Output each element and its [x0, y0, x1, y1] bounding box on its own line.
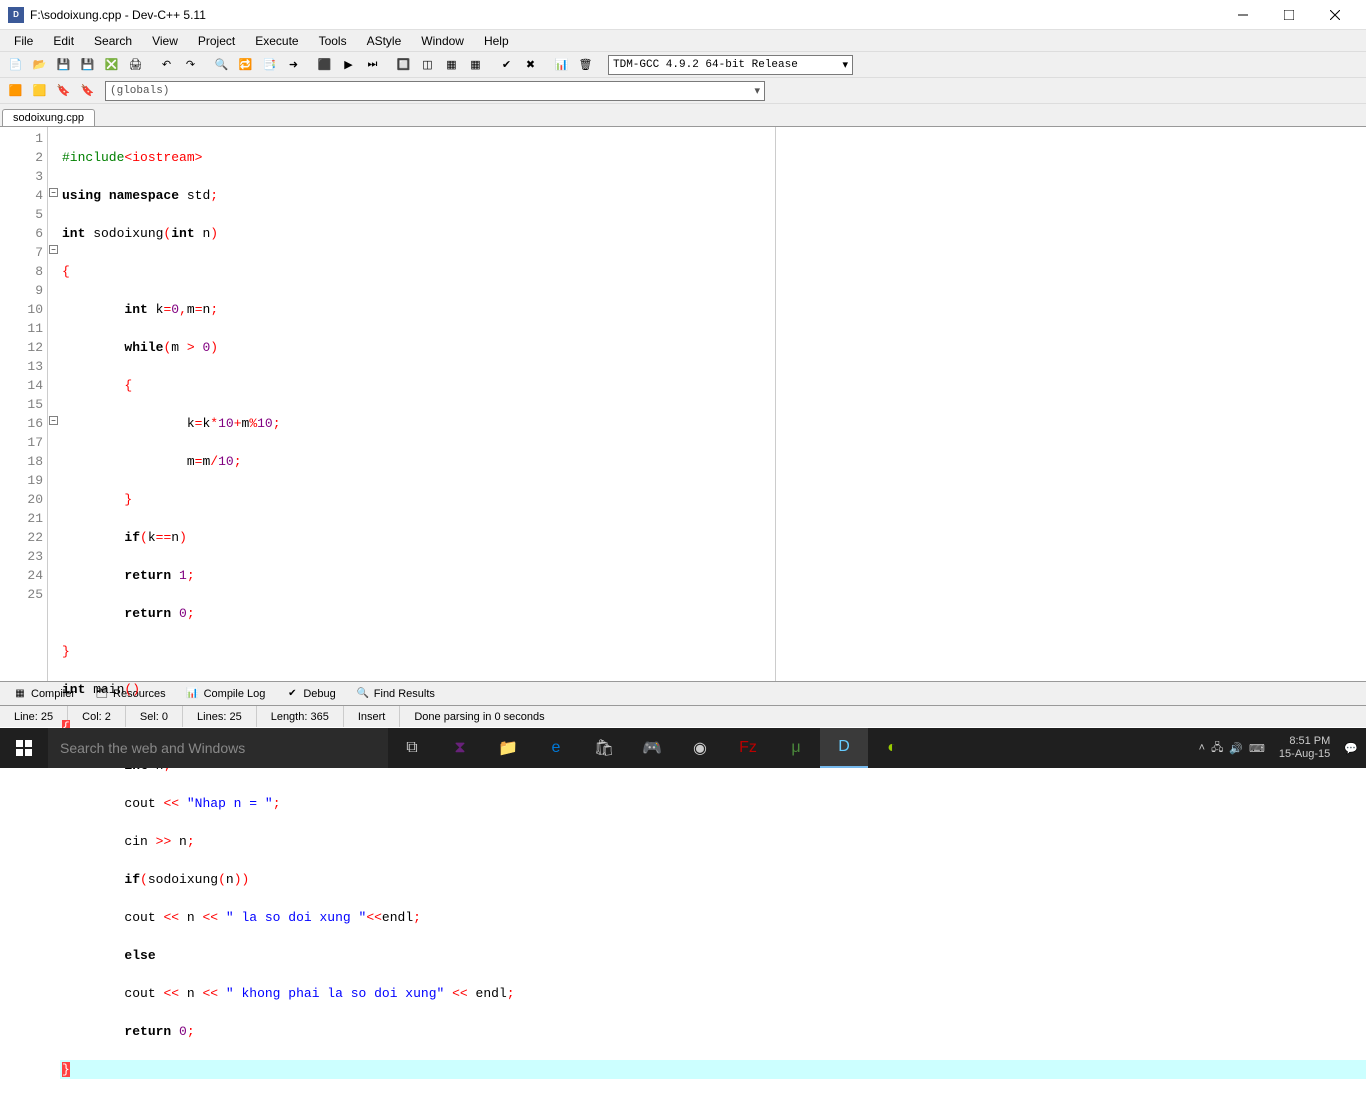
menu-search[interactable]: Search [84, 32, 142, 50]
close-icon[interactable]: ❎ [100, 54, 123, 76]
replace-icon[interactable]: 🔁 [234, 54, 257, 76]
debug-icon[interactable]: ◫ [416, 54, 439, 76]
grid-icon[interactable]: ▦ [464, 54, 487, 76]
language-icon[interactable]: ⌨ [1249, 742, 1265, 755]
main-toolbar: 📄 📂 💾 💾 ❎ 🖨 ↶ ↷ 🔍 🔁 📑 ➜ ⬛ ▶ ⏭ 🔲 ◫ ▦ ▦ ✔ … [0, 52, 1366, 78]
file-tab[interactable]: sodoixung.cpp [2, 109, 95, 126]
menu-bar: File Edit Search View Project Execute To… [0, 30, 1366, 52]
menu-tools[interactable]: Tools [309, 32, 357, 50]
app-icon[interactable]: ◐ [868, 728, 916, 768]
tray-chevron-icon[interactable]: ˄ [1199, 742, 1205, 754]
window-title: F:\sodoixung.cpp - Dev-C++ 5.11 [30, 8, 1220, 22]
fold-toggle-icon[interactable]: − [49, 416, 58, 425]
window-controls [1220, 0, 1358, 30]
undo-icon[interactable]: ↶ [155, 54, 178, 76]
compile-run-icon[interactable]: ⏭ [361, 54, 384, 76]
chrome-icon[interactable]: ◉ [676, 728, 724, 768]
menu-edit[interactable]: Edit [43, 32, 84, 50]
chart-icon[interactable]: 📊 [550, 54, 573, 76]
task-view-icon[interactable]: ⧉ [388, 728, 436, 768]
menu-view[interactable]: View [142, 32, 188, 50]
abort-icon[interactable]: ✖ [519, 54, 542, 76]
goto-bookmark-icon[interactable]: 🔖 [76, 80, 99, 102]
network-icon[interactable]: 🖧 [1211, 739, 1223, 758]
notifications-icon[interactable]: 💬 [1344, 742, 1358, 755]
system-tray: ˄ 🖧 🔊 ⌨ 8:51 PM 15-Aug-15 💬 [1191, 735, 1366, 761]
file-tab-strip: sodoixung.cpp [0, 104, 1366, 126]
save-icon[interactable]: 💾 [52, 54, 75, 76]
filezilla-icon[interactable]: Fz [724, 728, 772, 768]
compiler-icon: ▦ [13, 687, 27, 701]
chevron-down-icon: ▾ [842, 58, 848, 72]
globals-select[interactable]: (globals) ▾ [105, 81, 765, 101]
menu-project[interactable]: Project [188, 32, 245, 50]
fold-toggle-icon[interactable]: − [49, 245, 58, 254]
taskbar-search-placeholder: Search the web and Windows [60, 740, 245, 756]
goto-icon[interactable]: ➜ [282, 54, 305, 76]
globals-select-value: (globals) [110, 85, 169, 97]
start-button[interactable] [0, 728, 48, 768]
insert-icon[interactable]: 🟨 [28, 80, 51, 102]
tray-clock[interactable]: 8:51 PM 15-Aug-15 [1271, 735, 1338, 761]
maximize-button[interactable] [1266, 0, 1312, 30]
profile-icon[interactable]: ▦ [440, 54, 463, 76]
edge-icon[interactable]: e [532, 728, 580, 768]
menu-astyle[interactable]: AStyle [357, 32, 412, 50]
open-icon[interactable]: 📂 [28, 54, 51, 76]
visual-studio-icon[interactable]: ⧗ [436, 728, 484, 768]
app-icon: D [8, 7, 24, 23]
taskbar-search[interactable]: Search the web and Windows [48, 728, 388, 768]
print-icon[interactable]: 🖨 [124, 54, 147, 76]
bookmark-icon[interactable]: 🔖 [52, 80, 75, 102]
nav-toolbar: 🟧 🟨 🔖 🔖 (globals) ▾ [0, 78, 1366, 104]
code-content[interactable]: #include<iostream> using namespace std; … [60, 127, 1366, 681]
split-border [775, 127, 776, 681]
minimize-button[interactable] [1220, 0, 1266, 30]
explorer-icon[interactable]: 📁 [484, 728, 532, 768]
chevron-down-icon: ▾ [754, 84, 760, 98]
check-icon[interactable]: ✔ [495, 54, 518, 76]
new-file-icon[interactable]: 📄 [4, 54, 27, 76]
store-icon[interactable]: 🛍 [580, 728, 628, 768]
find-icon[interactable]: 🔍 [210, 54, 233, 76]
status-line: Line: 25 [0, 706, 68, 727]
windows-taskbar: Search the web and Windows ⧉ ⧗ 📁 e 🛍 🎮 ◉… [0, 728, 1366, 768]
menu-window[interactable]: Window [411, 32, 474, 50]
menu-help[interactable]: Help [474, 32, 519, 50]
new-project-icon[interactable]: 🟧 [4, 80, 27, 102]
close-button[interactable] [1312, 0, 1358, 30]
redo-icon[interactable]: ↷ [179, 54, 202, 76]
menu-execute[interactable]: Execute [245, 32, 308, 50]
devcpp-icon[interactable]: D [820, 728, 868, 768]
menu-file[interactable]: File [4, 32, 43, 50]
pes-icon[interactable]: 🎮 [628, 728, 676, 768]
delete-icon[interactable]: 🗑 [574, 54, 597, 76]
volume-icon[interactable]: 🔊 [1229, 742, 1243, 755]
find-in-files-icon[interactable]: 📑 [258, 54, 281, 76]
task-icons: ⧉ ⧗ 📁 e 🛍 🎮 ◉ Fz μ D ◐ [388, 728, 916, 768]
fold-column: − − − [48, 127, 60, 681]
fold-toggle-icon[interactable]: − [49, 188, 58, 197]
compile-icon[interactable]: ⬛ [313, 54, 336, 76]
compiler-select[interactable]: TDM-GCC 4.9.2 64-bit Release ▾ [608, 55, 853, 75]
line-gutter: 1234567891011121314151617181920212223242… [0, 127, 48, 681]
utorrent-icon[interactable]: μ [772, 728, 820, 768]
title-bar: D F:\sodoixung.cpp - Dev-C++ 5.11 [0, 0, 1366, 30]
save-all-icon[interactable]: 💾 [76, 54, 99, 76]
compiler-select-value: TDM-GCC 4.9.2 64-bit Release [613, 59, 798, 71]
editor[interactable]: 1234567891011121314151617181920212223242… [0, 126, 1366, 681]
run-icon[interactable]: ▶ [337, 54, 360, 76]
rebuild-icon[interactable]: 🔲 [392, 54, 415, 76]
